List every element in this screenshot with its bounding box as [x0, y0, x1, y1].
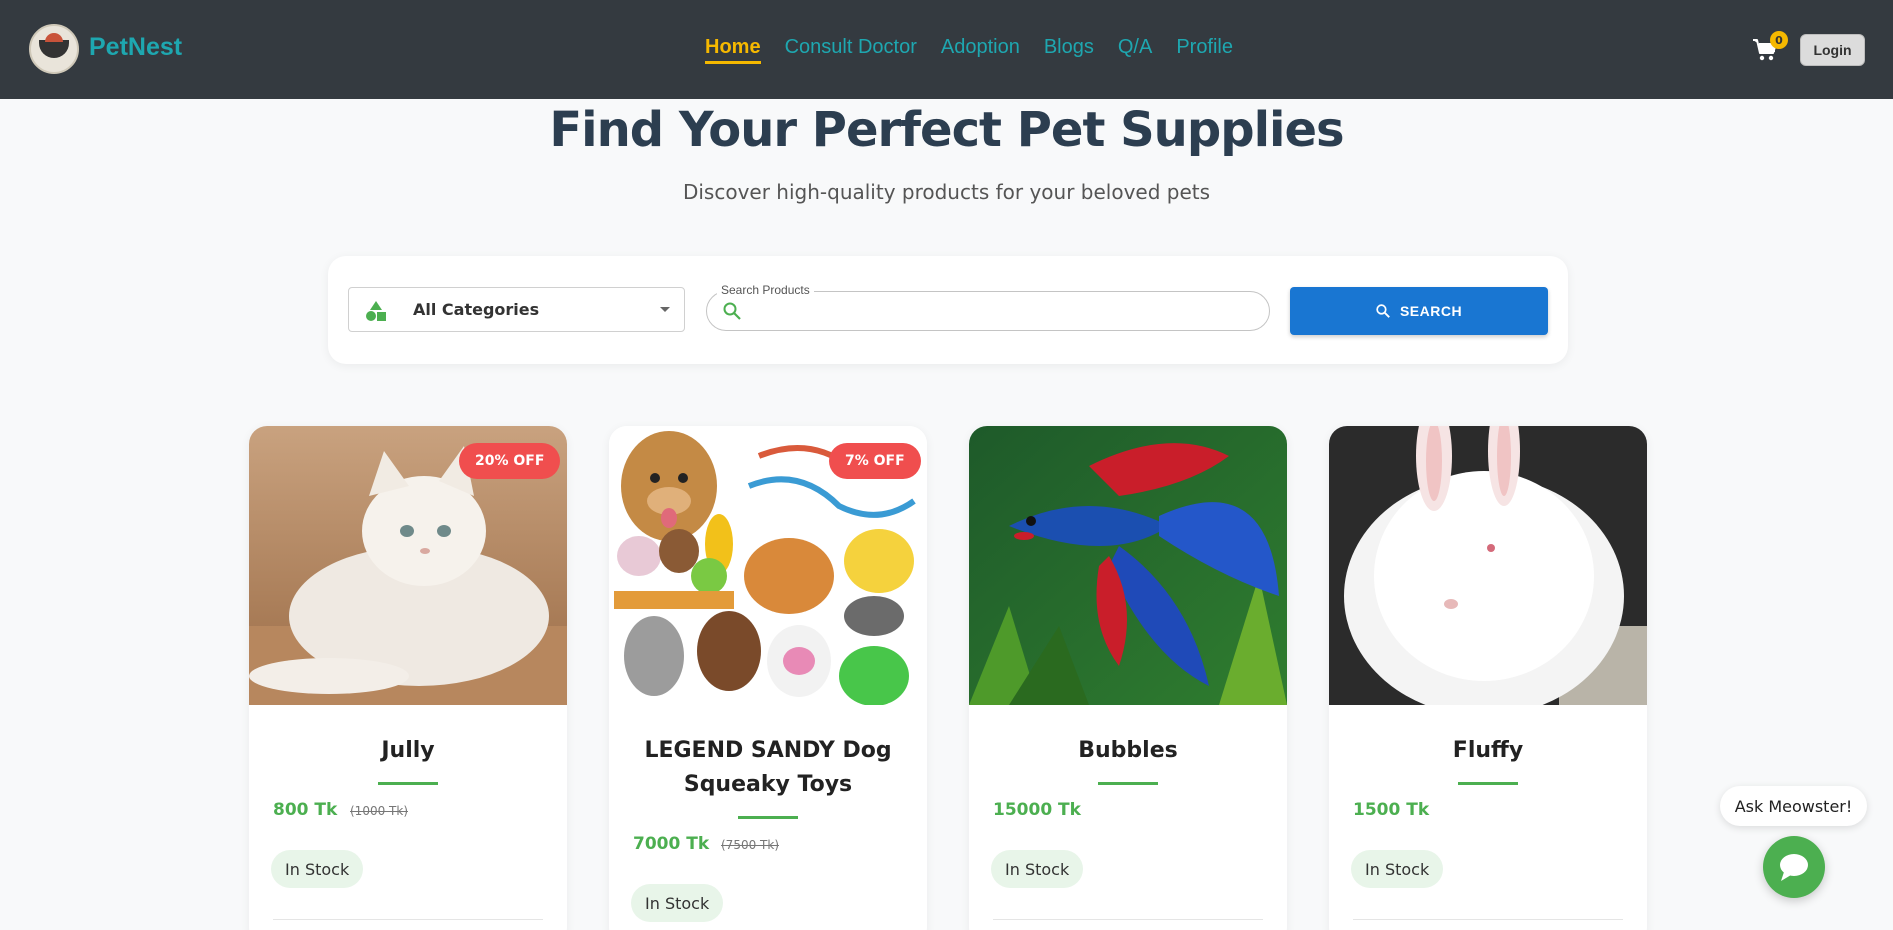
chat-bubble-icon — [1780, 854, 1808, 881]
search-button-label: SEARCH — [1399, 303, 1463, 319]
product-old-price: (7500 Tk) — [721, 838, 779, 852]
product-price: 7000 Tk — [633, 834, 710, 854]
product-name[interactable]: LEGEND SANDY Dog Squeaky Toys — [629, 734, 907, 802]
nav-home[interactable]: Home — [705, 36, 761, 64]
nav-adoption[interactable]: Adoption — [941, 36, 1020, 64]
product-price: 1500 Tk — [1353, 800, 1430, 820]
product-price: 15000 Tk — [993, 800, 1081, 820]
page-title: Find Your Perfect Pet Supplies — [549, 102, 1344, 158]
stock-badge: In Stock — [991, 850, 1084, 888]
brand-name[interactable]: PetNest — [89, 33, 182, 62]
title-divider — [1098, 782, 1158, 785]
search-icon — [723, 302, 741, 320]
chevron-down-icon — [660, 307, 670, 312]
search-panel: All Categories Search Products SEARCH — [328, 256, 1568, 364]
category-select[interactable]: All Categories — [348, 287, 685, 332]
card-divider — [993, 919, 1263, 920]
product-card[interactable]: 7% OFF LEGEND SANDY Dog Squeaky Toys 700… — [609, 426, 927, 930]
page-subtitle: Discover high-quality products for your … — [682, 180, 1211, 204]
stock-badge: In Stock — [631, 884, 724, 922]
discount-badge: 20% OFF — [459, 443, 561, 479]
title-divider — [378, 782, 438, 785]
search-icon — [1376, 304, 1390, 318]
category-selected-value: All Categories — [413, 300, 540, 319]
stock-badge: In Stock — [271, 850, 364, 888]
product-name[interactable]: Bubbles — [989, 734, 1267, 768]
cart-count-badge: 0 — [1770, 31, 1788, 49]
product-name[interactable]: Fluffy — [1349, 734, 1627, 768]
chatbot-prompt[interactable]: Ask Meowster! — [1720, 786, 1867, 826]
chat-button[interactable] — [1763, 836, 1825, 898]
product-name[interactable]: Jully — [269, 734, 547, 768]
product-price: 800 Tk — [273, 800, 338, 820]
product-image-rabbit[interactable] — [1329, 426, 1647, 705]
search-input[interactable] — [749, 298, 1249, 324]
category-shapes-icon — [366, 301, 386, 321]
card-divider — [1353, 919, 1623, 920]
nav-profile[interactable]: Profile — [1176, 36, 1233, 64]
petnest-logo[interactable] — [29, 24, 79, 74]
search-button[interactable]: SEARCH — [1290, 287, 1548, 335]
discount-badge: 7% OFF — [829, 443, 921, 479]
title-divider — [738, 816, 798, 819]
nav-qa[interactable]: Q/A — [1118, 36, 1152, 64]
main-nav: Home Consult Doctor Adoption Blogs Q/A P… — [705, 36, 1233, 64]
card-divider — [273, 919, 543, 920]
product-card[interactable]: Fluffy 1500 Tk In Stock — [1329, 426, 1647, 930]
nav-consult-doctor[interactable]: Consult Doctor — [785, 36, 917, 64]
top-navbar: PetNest Home Consult Doctor Adoption Blo… — [0, 0, 1893, 99]
search-field-label: Search Products — [717, 283, 814, 297]
product-old-price: (1000 Tk) — [350, 804, 408, 818]
stock-badge: In Stock — [1351, 850, 1444, 888]
search-field[interactable]: Search Products — [706, 283, 1270, 331]
product-image-fish[interactable] — [969, 426, 1287, 705]
title-divider — [1458, 782, 1518, 785]
product-card[interactable]: Bubbles 15000 Tk In Stock — [969, 426, 1287, 930]
nav-blogs[interactable]: Blogs — [1044, 36, 1094, 64]
login-button[interactable]: Login — [1800, 34, 1865, 66]
product-card[interactable]: 20% OFF Jully 800 Tk (1000 Tk) In Stock — [249, 426, 567, 930]
